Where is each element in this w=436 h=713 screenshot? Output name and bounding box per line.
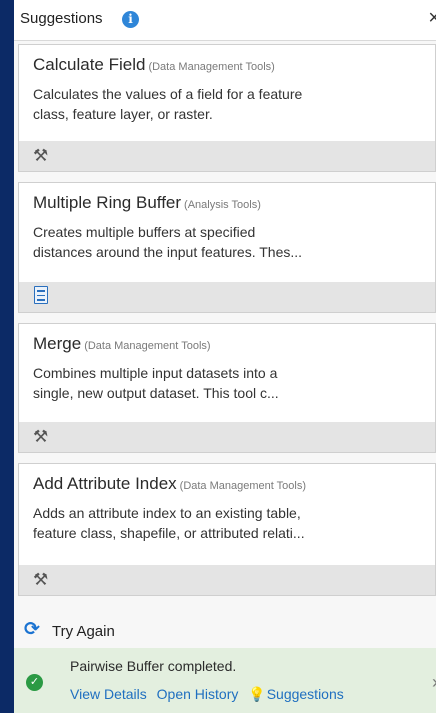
- card-footer: ⚒: [19, 141, 435, 171]
- suggestion-card-multiple-ring-buffer[interactable]: Multiple Ring Buffer (Analysis Tools) Cre…: [18, 182, 436, 313]
- suggestion-card-calculate-field[interactable]: Calculate Field (Data Management Tools) C…: [18, 44, 436, 172]
- tool-description: Calculates the values of a field for a f…: [33, 84, 378, 124]
- card-title[interactable]: Calculate Field (Data Management Tools): [33, 55, 275, 75]
- suggestions-header: Suggestions i ×: [14, 0, 436, 41]
- open-history-link[interactable]: Open History: [157, 686, 239, 702]
- hammer-icon: ⚒: [33, 146, 49, 165]
- toolbox-name: (Analysis Tools): [184, 199, 261, 211]
- toolbox-name: (Data Management Tools): [84, 340, 211, 352]
- description-line: class, feature layer, or raster.: [33, 106, 213, 122]
- refresh-icon: ⟳: [24, 619, 40, 640]
- card-title[interactable]: Merge (Data Management Tools): [33, 334, 211, 354]
- card-title[interactable]: Add Attribute Index (Data Management Tool…: [33, 474, 306, 494]
- card-footer: ⚒: [19, 565, 435, 595]
- tool-name[interactable]: Add Attribute Index: [33, 474, 177, 493]
- suggestion-card-merge[interactable]: Merge (Data Management Tools) Combines mu…: [18, 323, 436, 453]
- description-line: single, new output dataset. This tool c.…: [33, 385, 279, 401]
- suggestion-card-add-attribute-index[interactable]: Add Attribute Index (Data Management Tool…: [18, 463, 436, 596]
- toolbox-name: (Data Management Tools): [148, 61, 275, 73]
- close-icon[interactable]: ×: [428, 7, 436, 30]
- hammer-icon: ⚒: [33, 427, 49, 446]
- description-line: Creates multiple buffers at specified: [33, 224, 256, 240]
- tool-name[interactable]: Merge: [33, 334, 81, 353]
- status-links: View Details Open History 💡Suggestions: [70, 686, 344, 703]
- tool-name[interactable]: Calculate Field: [33, 55, 145, 74]
- tool-description: Adds an attribute index to an existing t…: [33, 503, 378, 543]
- card-footer: [19, 282, 435, 312]
- success-check-icon: ✓: [26, 674, 43, 691]
- tool-description: Combines multiple input datasets into a …: [33, 363, 378, 403]
- status-bar: ✓ Pairwise Buffer completed. View Detail…: [14, 648, 436, 713]
- header-title: Suggestions: [20, 10, 103, 27]
- lightbulb-icon: 💡: [248, 686, 266, 702]
- card-footer: ⚒: [19, 422, 435, 452]
- view-details-link[interactable]: View Details: [70, 686, 147, 702]
- status-message: Pairwise Buffer completed.: [70, 658, 237, 674]
- card-title[interactable]: Multiple Ring Buffer (Analysis Tools): [33, 193, 261, 213]
- hammer-icon: ⚒: [33, 570, 49, 589]
- description-line: Calculates the values of a field for a f…: [33, 86, 303, 102]
- tool-name[interactable]: Multiple Ring Buffer: [33, 193, 181, 212]
- description-line: Combines multiple input datasets into a: [33, 365, 278, 381]
- info-icon[interactable]: i: [122, 11, 139, 28]
- toolbox-name: (Data Management Tools): [179, 480, 307, 492]
- script-tool-icon: [34, 286, 48, 304]
- suggestions-link[interactable]: Suggestions: [267, 686, 344, 702]
- tool-description: Creates multiple buffers at specified di…: [33, 222, 378, 262]
- try-again-button[interactable]: ⟳ Try Again: [14, 610, 436, 648]
- description-line: Adds an attribute index to an existing t…: [33, 505, 301, 521]
- try-again-label[interactable]: Try Again: [52, 623, 115, 640]
- chevron-right-icon[interactable]: ›: [432, 672, 436, 693]
- suggestions-pane: Suggestions i × Calculate Field (Data Man…: [14, 0, 436, 713]
- description-line: feature class, shapefile, or attributed …: [33, 525, 305, 541]
- description-line: distances around the input features. The…: [33, 244, 303, 260]
